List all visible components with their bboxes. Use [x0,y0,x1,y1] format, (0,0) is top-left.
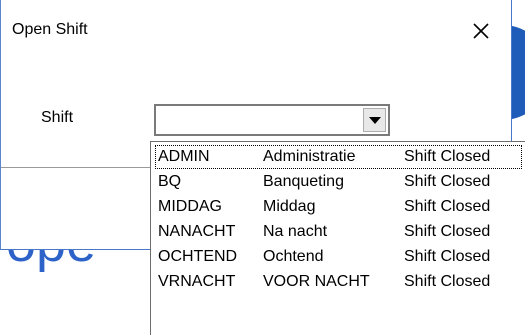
list-item-name: Banqueting [263,173,344,190]
shift-dropdown-button[interactable] [363,108,386,132]
list-item-vrnacht[interactable]: VRNACHT VOOR NACHT Shift Closed [156,271,521,293]
list-item-code: BQ [158,173,182,190]
list-item-middag[interactable]: MIDDAG Middag Shift Closed [156,196,521,218]
shift-combobox[interactable] [154,104,390,136]
close-icon [463,15,499,47]
list-item-code: VRNACHT [158,273,236,290]
list-item-code: ADMIN [158,148,210,165]
dialog-title: Open Shift [12,21,88,38]
list-item-name: VOOR NACHT [263,273,370,290]
list-item-code: OCHTEND [158,248,238,265]
list-item-admin[interactable]: ADMIN Administratie Shift Closed [155,145,522,169]
list-item-ochtend[interactable]: OCHTEND Ochtend Shift Closed [156,246,521,268]
list-item-name: Ochtend [263,248,324,265]
list-item-name: Middag [263,198,316,215]
list-item-status: Shift Closed [404,198,491,215]
list-item-status: Shift Closed [404,273,491,290]
list-item-bq[interactable]: BQ Banqueting Shift Closed [156,171,521,193]
list-item-nanacht[interactable]: NANACHT Na nacht Shift Closed [156,221,521,243]
close-button[interactable] [463,15,499,47]
list-item-status: Shift Closed [404,248,491,265]
list-item-name: Administratie [263,148,356,165]
list-item-code: MIDDAG [158,198,222,215]
dialog-separator [1,167,151,168]
shift-label: Shift [41,109,74,126]
list-item-status: Shift Closed [404,173,491,190]
chevron-down-icon [369,117,381,124]
shift-dropdown-list: ADMIN Administratie Shift Closed BQ Banq… [150,141,525,335]
list-item-name: Na nacht [263,223,328,240]
list-item-status: Shift Closed [404,223,491,240]
list-item-code: NANACHT [158,223,236,240]
list-item-status: Shift Closed [404,148,491,165]
